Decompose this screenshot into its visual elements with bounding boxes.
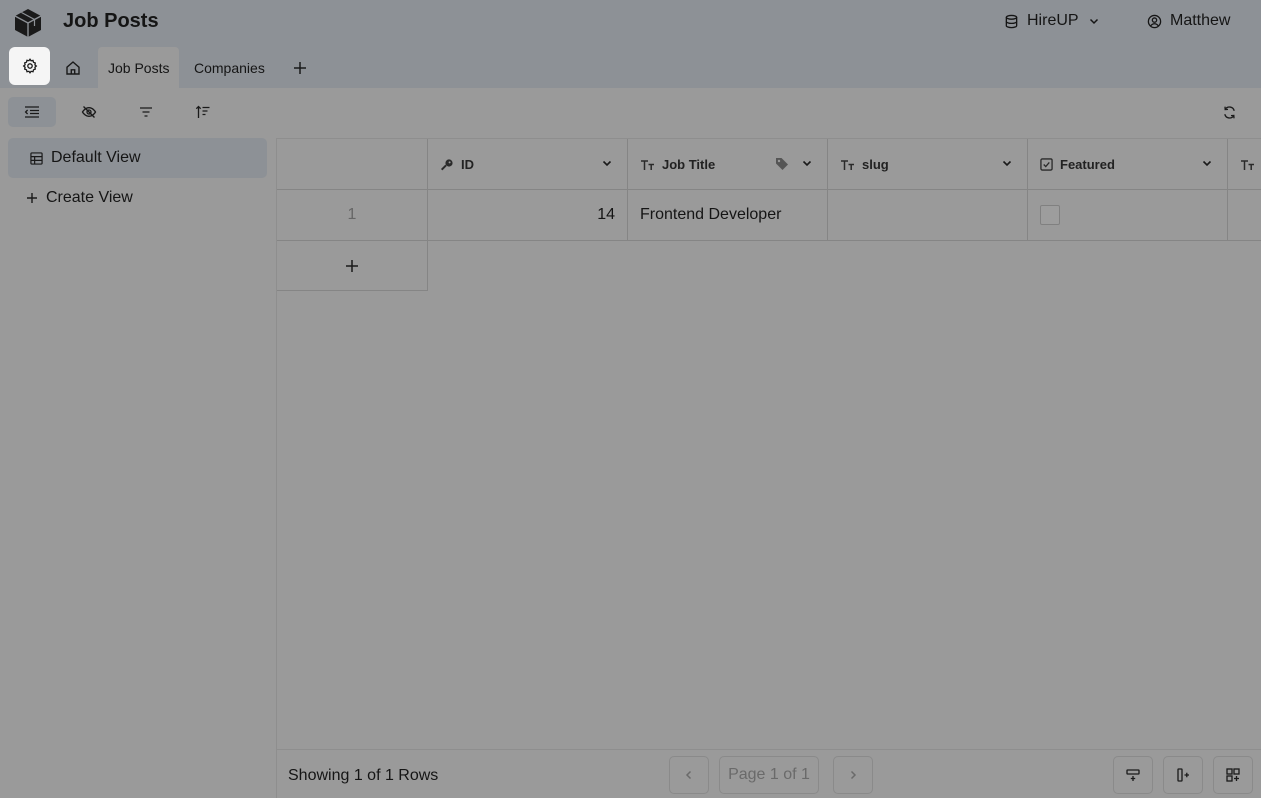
database-icon (1004, 14, 1019, 29)
refresh-button[interactable] (1214, 97, 1244, 127)
top-header: Job Posts HireUP Matthew Job Posts Compa… (0, 0, 1261, 88)
create-view-button[interactable]: Create View (8, 178, 267, 218)
filter-icon (139, 106, 153, 118)
home-icon (65, 60, 81, 76)
cell-job-title[interactable]: Frontend Developer (628, 190, 828, 240)
grid-footer: Showing 1 of 1 Rows Page 1 of 1 (277, 749, 1261, 798)
settings-button[interactable] (9, 47, 50, 85)
user-menu[interactable]: Matthew (1147, 12, 1230, 30)
toolbar (0, 88, 1261, 138)
column-title: slug (862, 157, 889, 172)
refresh-icon (1222, 105, 1237, 120)
data-grid: ID Job Title slug Featured 1 14 Frontend… (277, 138, 1261, 749)
sidebar-list-icon (24, 105, 40, 119)
chevron-down-icon[interactable] (601, 157, 613, 169)
cell-id[interactable]: 14 (428, 190, 628, 240)
row-number: 1 (277, 190, 428, 240)
row-number-header (277, 139, 428, 190)
column-header-id[interactable]: ID (428, 139, 628, 190)
previous-page-button[interactable] (669, 756, 709, 794)
home-tab[interactable] (56, 47, 90, 88)
insert-column-button[interactable] (1163, 756, 1203, 794)
column-title: Job Title (662, 157, 716, 172)
checkbox-icon (1040, 158, 1053, 171)
table-row[interactable]: 1 14 Frontend Developer (277, 190, 1261, 241)
cell-next[interactable] (1228, 190, 1261, 240)
text-type-icon (1240, 159, 1255, 171)
column-header-next[interactable] (1228, 139, 1261, 190)
tag-icon (775, 157, 789, 171)
text-type-icon (840, 159, 855, 171)
add-widget-button[interactable] (1213, 756, 1253, 794)
grid-plus-icon (1226, 768, 1240, 782)
plus-icon (26, 192, 38, 204)
database-name: HireUP (1027, 12, 1079, 29)
insert-row-icon (1126, 768, 1140, 782)
plus-icon (345, 259, 359, 273)
chevron-down-icon[interactable] (1001, 157, 1013, 169)
toggle-sidebar-button[interactable] (8, 97, 56, 127)
chevron-left-icon (683, 769, 695, 781)
sort-button[interactable] (179, 97, 227, 127)
add-tab-button[interactable] (286, 47, 314, 88)
filter-button[interactable] (122, 97, 170, 127)
user-icon (1147, 14, 1162, 29)
table-icon (30, 151, 43, 165)
insert-column-icon (1176, 768, 1190, 782)
user-name: Matthew (1170, 12, 1231, 29)
page-title: Job Posts (63, 10, 159, 32)
cell-featured[interactable] (1028, 190, 1228, 240)
database-switcher[interactable]: HireUP (1004, 12, 1101, 30)
chevron-down-icon (1087, 14, 1101, 28)
column-header-job-title[interactable]: Job Title (628, 139, 828, 190)
hide-fields-button[interactable] (65, 97, 113, 127)
column-header-slug[interactable]: slug (828, 139, 1028, 190)
next-page-button[interactable] (833, 756, 873, 794)
chevron-down-icon[interactable] (801, 157, 813, 169)
featured-checkbox[interactable] (1040, 205, 1060, 225)
chevron-down-icon[interactable] (1201, 157, 1213, 169)
eye-off-icon (81, 104, 97, 120)
gear-icon (22, 58, 38, 74)
views-sidebar: Default View Create View (0, 138, 277, 798)
plus-icon (292, 60, 308, 76)
app-logo-icon[interactable] (14, 8, 42, 38)
tab-job-posts[interactable]: Job Posts (98, 47, 180, 88)
insert-row-button[interactable] (1113, 756, 1153, 794)
grid-header-row: ID Job Title slug Featured (277, 138, 1261, 190)
column-title: Featured (1060, 157, 1115, 172)
add-row-button[interactable] (277, 241, 428, 291)
tab-companies[interactable]: Companies (184, 47, 275, 88)
key-icon (440, 158, 454, 172)
sort-icon (195, 105, 211, 119)
view-label: Default View (51, 149, 141, 166)
cell-slug[interactable] (828, 190, 1028, 240)
column-title: ID (461, 157, 474, 172)
chevron-right-icon (847, 769, 859, 781)
page-indicator: Page 1 of 1 (719, 756, 819, 794)
tab-bar: Job Posts Companies (0, 47, 1261, 88)
text-type-icon (640, 159, 655, 171)
row-count-label: Showing 1 of 1 Rows (288, 767, 439, 784)
view-default[interactable]: Default View (8, 138, 267, 178)
create-view-label: Create View (46, 189, 133, 206)
column-header-featured[interactable]: Featured (1028, 139, 1228, 190)
